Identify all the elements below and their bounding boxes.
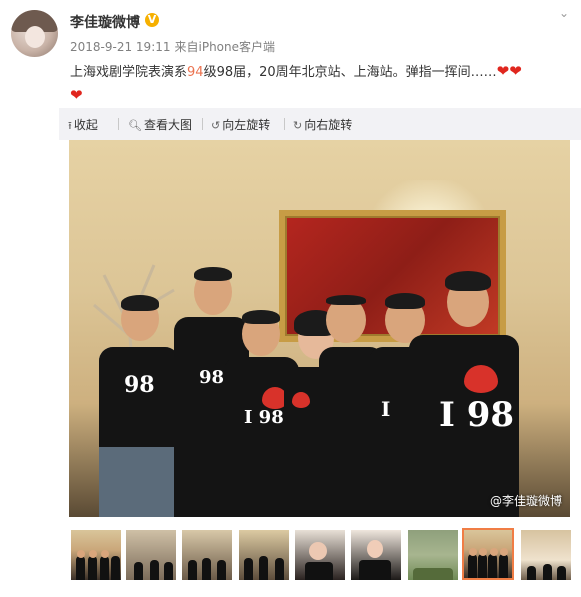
- rotate-left-label: 向左旋转: [222, 118, 271, 132]
- person-7: I 98: [409, 255, 519, 517]
- thumbnail[interactable]: [295, 530, 345, 580]
- avatar[interactable]: [11, 10, 58, 57]
- verified-badge-icon: V: [145, 13, 159, 27]
- shirt-text: I 98: [439, 395, 515, 435]
- thumbnail[interactable]: [182, 530, 232, 580]
- thumbnail[interactable]: [239, 530, 289, 580]
- post-source: 来自iPhone客户端: [174, 40, 276, 54]
- heart-emoji-icon: ❤❤: [496, 62, 522, 80]
- rotate-right-button[interactable]: ↻ 向右旋转: [293, 116, 352, 133]
- avatar-face: [25, 26, 45, 48]
- post-timestamp[interactable]: 2018-9-21 19:11: [70, 40, 171, 54]
- rotate-right-label: 向右旋转: [304, 118, 353, 132]
- rotate-left-icon: ↺: [211, 119, 221, 132]
- magnifier-icon: 🔍︎: [128, 119, 142, 132]
- photo-watermark: @李佳璇微博: [489, 494, 562, 508]
- collapse-label: 收起: [73, 118, 98, 132]
- thumbnail[interactable]: [521, 530, 571, 580]
- post-text-part2: 级98届，20周年北京站、上海站。弹指一挥间……: [203, 65, 497, 80]
- heart-emoji-icon: ❤: [70, 86, 83, 104]
- post-meta: 2018-9-21 19:11 来自iPhone客户端: [70, 38, 275, 55]
- toolbar-divider: [284, 118, 285, 130]
- collapse-button[interactable]: ⭱ 收起: [68, 116, 98, 136]
- image-toolbar: ⭱ 收起 🔍︎ 查看大图 ↺ 向左旋转 ↻ 向右旋转: [59, 108, 581, 140]
- toolbar-divider: [202, 118, 203, 130]
- main-photo[interactable]: 98 98 I 98 I I 98 @李佳璇微博: [69, 140, 570, 517]
- thumbnail[interactable]: [408, 530, 458, 580]
- rotate-left-button[interactable]: ↺ 向左旋转: [211, 116, 270, 133]
- author-name[interactable]: 李佳璇微博: [70, 12, 140, 32]
- view-large-label: 查看大图: [143, 118, 192, 132]
- post-text: 上海戏剧学院表演系94级98届，20周年北京站、上海站。弹指一挥间……❤❤ ❤: [70, 60, 570, 108]
- upload-arrow-icon: ⭱: [68, 119, 72, 132]
- view-large-button[interactable]: 🔍︎ 查看大图: [128, 116, 192, 133]
- thumbnail[interactable]: [351, 530, 401, 580]
- rotate-right-icon: ↻: [293, 119, 303, 132]
- post-text-part1: 上海戏剧学院表演系: [70, 65, 188, 80]
- toolbar-divider: [118, 118, 119, 130]
- weibo-post: 李佳璇微博 V ⌄ 2018-9-21 19:11 来自iPhone客户端 上海戏…: [0, 0, 581, 597]
- chevron-down-icon[interactable]: ⌄: [559, 6, 569, 20]
- thumbnail-strip: [69, 528, 573, 584]
- thumbnail-active[interactable]: [462, 528, 514, 580]
- thumbnail[interactable]: [126, 530, 176, 580]
- thumbnail[interactable]: [71, 530, 121, 580]
- post-text-highlight: 94: [187, 65, 204, 80]
- person-1: 98: [99, 267, 179, 517]
